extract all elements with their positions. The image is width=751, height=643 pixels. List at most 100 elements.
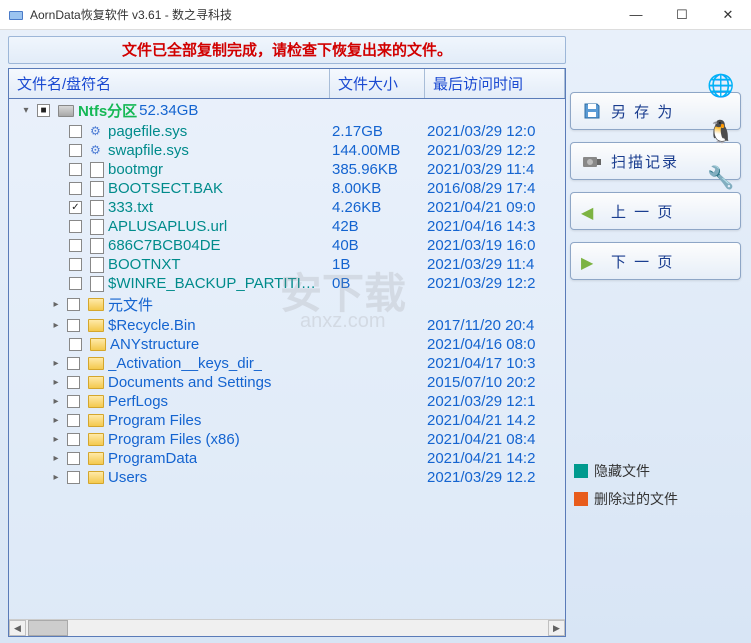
checkbox[interactable]	[67, 433, 80, 446]
expander-icon[interactable]: ▸	[49, 453, 63, 464]
expander-icon[interactable]: ▸	[49, 320, 63, 331]
checkbox[interactable]	[67, 357, 80, 370]
folder-row[interactable]: ▸ Program Files (x86) 2021/04/21 08:4	[9, 430, 565, 449]
checkbox[interactable]	[67, 298, 80, 311]
globe-icon[interactable]: 🌐	[701, 66, 741, 106]
legend-hidden-label: 隐藏文件	[594, 461, 650, 481]
file-name: APLUSAPLUS.url	[108, 218, 227, 235]
folder-icon	[88, 471, 104, 484]
folder-row[interactable]: ▸ Program Files 2021/04/21 14.2	[9, 411, 565, 430]
checkbox[interactable]	[67, 414, 80, 427]
folder-row[interactable]: ▸ Users 2021/03/29 12.2	[9, 468, 565, 487]
expander-icon[interactable]: ▸	[49, 358, 63, 369]
legend-deleted-label: 删除过的文件	[594, 489, 678, 509]
folder-date: 2021/04/16 08:0	[425, 336, 565, 353]
folder-icon	[88, 376, 104, 389]
col-header-size[interactable]: 文件大小	[330, 69, 425, 98]
folder-date: 2017/11/20 20:4	[425, 317, 565, 334]
minimize-button[interactable]: —	[613, 0, 659, 30]
folder-date: 2021/04/21 14:2	[425, 450, 565, 467]
maximize-button[interactable]: ☐	[659, 0, 705, 30]
file-size: 2.17GB	[330, 123, 425, 140]
next-button[interactable]: 下 一 页	[570, 242, 741, 280]
file-row[interactable]: bootmgr 385.96KB 2021/03/29 11:4	[9, 160, 565, 179]
file-size: 40B	[330, 237, 425, 254]
checkbox[interactable]	[69, 239, 82, 252]
checkbox[interactable]: ■	[37, 104, 50, 117]
folder-row[interactable]: ▸ _Activation__keys_dir_ 2021/04/17 10:3	[9, 354, 565, 373]
checkbox[interactable]	[67, 395, 80, 408]
tool-icon[interactable]: 🔧	[701, 158, 741, 198]
folder-name: $Recycle.Bin	[108, 317, 196, 334]
checkbox[interactable]: ✓	[69, 201, 82, 214]
legend-deleted-color	[574, 492, 588, 506]
folder-row[interactable]: ▸ ProgramData 2021/04/21 14:2	[9, 449, 565, 468]
scroll-thumb[interactable]	[28, 620, 68, 636]
folder-date: 2021/04/21 14.2	[425, 412, 565, 429]
root-row[interactable]: ▾ ■ Ntfs分区 52.34GB	[9, 99, 565, 122]
checkbox[interactable]	[69, 220, 82, 233]
col-header-date[interactable]: 最后访问时间	[425, 69, 565, 98]
file-row[interactable]: 686C7BCB04DE 40B 2021/03/19 16:0	[9, 236, 565, 255]
expander-icon[interactable]: ▸	[49, 472, 63, 483]
close-button[interactable]: ✕	[705, 0, 751, 30]
root-name: Ntfs分区	[78, 100, 137, 121]
checkbox[interactable]	[67, 471, 80, 484]
legend-deleted: 删除过的文件	[574, 489, 741, 509]
checkbox[interactable]	[67, 319, 80, 332]
col-header-name[interactable]: 文件名/盘符名	[9, 69, 330, 98]
checkbox[interactable]	[67, 452, 80, 465]
file-icon	[90, 124, 104, 140]
folder-name: PerfLogs	[108, 393, 168, 410]
expander-icon[interactable]: ▸	[49, 377, 63, 388]
file-row[interactable]: $WINRE_BACKUP_PARTITI… 0B 2021/03/29 12:…	[9, 274, 565, 293]
qq-icon[interactable]: 🐧	[701, 112, 741, 152]
file-row[interactable]: pagefile.sys 2.17GB 2021/03/29 12:0	[9, 122, 565, 141]
file-row[interactable]: BOOTNXT 1B 2021/03/29 11:4	[9, 255, 565, 274]
file-row[interactable]: swapfile.sys 144.00MB 2021/03/29 12:2	[9, 141, 565, 160]
folder-date: 2015/07/10 20:2	[425, 374, 565, 391]
folder-row[interactable]: ▸ $Recycle.Bin 2017/11/20 20:4	[9, 316, 565, 335]
checkbox[interactable]	[69, 182, 82, 195]
folder-icon	[88, 319, 104, 332]
checkbox[interactable]	[67, 376, 80, 389]
file-icon	[90, 238, 104, 254]
folder-date: 2021/03/29 12.2	[425, 469, 565, 486]
file-list[interactable]: ▾ ■ Ntfs分区 52.34GB pagefile.sys 2.17GB 2…	[9, 99, 565, 619]
expander-icon[interactable]: ▾	[19, 105, 33, 116]
file-row[interactable]: ✓ 333.txt 4.26KB 2021/04/21 09:0	[9, 198, 565, 217]
expander-icon[interactable]: ▸	[49, 396, 63, 407]
checkbox[interactable]	[69, 338, 82, 351]
scroll-left-arrow[interactable]: ◀	[9, 620, 26, 636]
folder-name: Documents and Settings	[108, 374, 271, 391]
folder-row[interactable]: ▸ 元文件	[9, 293, 565, 316]
expander-icon[interactable]: ▸	[49, 434, 63, 445]
checkbox[interactable]	[69, 258, 82, 271]
file-name: swapfile.sys	[108, 142, 189, 159]
file-row[interactable]: BOOTSECT.BAK 8.00KB 2016/08/29 17:4	[9, 179, 565, 198]
scroll-right-arrow[interactable]: ▶	[548, 620, 565, 636]
folder-row[interactable]: ▸ PerfLogs 2021/03/29 12:1	[9, 392, 565, 411]
root-size: 52.34GB	[137, 102, 232, 119]
checkbox[interactable]	[69, 125, 82, 138]
expander-icon[interactable]: ▸	[49, 299, 63, 310]
folder-icon	[88, 395, 104, 408]
file-name: BOOTSECT.BAK	[108, 180, 223, 197]
checkbox[interactable]	[69, 144, 82, 157]
next-label: 下 一 页	[611, 251, 674, 272]
folder-name: Users	[108, 469, 147, 486]
horizontal-scrollbar[interactable]: ◀ ▶	[9, 619, 565, 636]
file-icon	[90, 200, 104, 216]
checkbox[interactable]	[69, 277, 82, 290]
folder-row[interactable]: ANYstructure 2021/04/16 08:0	[9, 335, 565, 354]
folder-icon	[88, 452, 104, 465]
expander-icon[interactable]: ▸	[49, 415, 63, 426]
checkbox[interactable]	[69, 163, 82, 176]
folder-row[interactable]: ▸ Documents and Settings 2015/07/10 20:2	[9, 373, 565, 392]
file-icon	[90, 276, 104, 292]
file-row[interactable]: APLUSAPLUS.url 42B 2021/04/16 14:3	[9, 217, 565, 236]
drive-icon	[58, 105, 74, 117]
file-date: 2016/08/29 17:4	[425, 180, 565, 197]
file-date: 2021/04/16 14:3	[425, 218, 565, 235]
status-message: 文件已全部复制完成，请检查下恢复出来的文件。	[8, 36, 566, 64]
